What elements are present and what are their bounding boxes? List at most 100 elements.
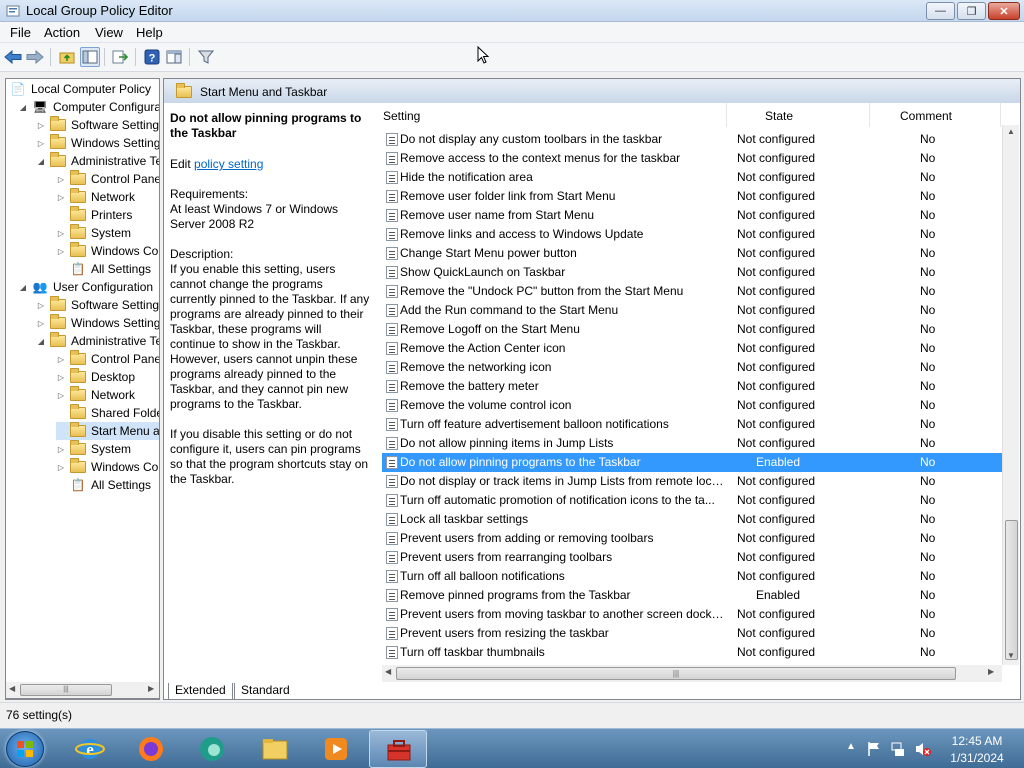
tree-scroll-thumb[interactable]: ||| bbox=[20, 684, 112, 696]
column-header-setting[interactable]: Setting bbox=[383, 106, 420, 126]
tree-item[interactable]: ◢ Administrative Te bbox=[36, 152, 159, 170]
table-row[interactable]: Show QuickLaunch on Taskbar Not configure… bbox=[382, 263, 1002, 282]
up-one-level-button[interactable] bbox=[57, 47, 77, 67]
network-icon[interactable] bbox=[890, 741, 906, 757]
table-row[interactable]: Remove links and access to Windows Updat… bbox=[382, 225, 1002, 244]
tree-item[interactable]: ▷ Windows Cor bbox=[56, 242, 159, 260]
table-row[interactable]: Remove user folder link from Start Menu N… bbox=[382, 187, 1002, 206]
expanded-arrow-icon[interactable]: ◢ bbox=[36, 156, 46, 166]
tree-item[interactable]: ▷ Network bbox=[56, 386, 135, 404]
table-row[interactable]: Remove user name from Start Menu Not conf… bbox=[382, 206, 1002, 225]
filter-button[interactable] bbox=[196, 47, 216, 67]
tree-item[interactable]: ◢ 🖥 Computer Configura bbox=[18, 98, 159, 116]
tree-item[interactable]: ▷ System bbox=[56, 224, 131, 242]
table-row[interactable]: Turn off feature advertisement balloon n… bbox=[382, 415, 1002, 434]
show-hidden-icons-chevron-icon[interactable]: ▲ bbox=[846, 741, 856, 752]
collapsed-arrow-icon[interactable]: ▷ bbox=[56, 192, 66, 202]
menu-help[interactable]: Help bbox=[136, 25, 163, 40]
export-list-button[interactable] bbox=[110, 47, 130, 67]
taskbar-firefox[interactable] bbox=[122, 730, 180, 768]
table-row[interactable]: Turn off all balloon notifications Not co… bbox=[382, 567, 1002, 586]
expanded-arrow-icon[interactable]: ◢ bbox=[36, 336, 46, 346]
tree-item[interactable]: ▷ System bbox=[56, 440, 131, 458]
table-row[interactable]: Prevent users from moving taskbar to ano… bbox=[382, 605, 1002, 624]
list-vertical-scrollbar[interactable]: ▲ ▼ bbox=[1002, 125, 1019, 665]
expanded-arrow-icon[interactable]: ◢ bbox=[18, 282, 28, 292]
collapsed-arrow-icon[interactable]: ▷ bbox=[56, 462, 66, 472]
table-row[interactable]: Remove the battery meter Not configured No bbox=[382, 377, 1002, 396]
table-row[interactable]: Do not display any custom toolbars in th… bbox=[382, 130, 1002, 149]
scroll-left-icon[interactable]: ◀ bbox=[385, 667, 391, 676]
tab-standard[interactable]: Standard bbox=[234, 683, 296, 700]
forward-button[interactable] bbox=[25, 47, 45, 67]
list-scroll-thumb[interactable] bbox=[1005, 520, 1018, 660]
taskbar-internet-explorer[interactable]: e bbox=[61, 730, 119, 768]
maximize-button[interactable]: ❐ bbox=[957, 2, 986, 20]
table-row[interactable]: Remove the "Undock PC" button from the S… bbox=[382, 282, 1002, 301]
show-hide-tree-button[interactable] bbox=[80, 47, 100, 67]
tree-item[interactable]: ▷ Network bbox=[56, 188, 135, 206]
list-horizontal-scrollbar[interactable]: ◀ ||| ▶ bbox=[382, 665, 1002, 682]
table-row[interactable]: Turn off taskbar thumbnails Not configure… bbox=[382, 643, 1002, 662]
column-header-comment[interactable]: Comment bbox=[900, 106, 952, 126]
menu-file[interactable]: File bbox=[10, 25, 31, 40]
collapsed-arrow-icon[interactable]: ▷ bbox=[56, 228, 66, 238]
table-row[interactable]: Prevent users from adding or removing to… bbox=[382, 529, 1002, 548]
tree-item[interactable]: ▷ Windows Setting bbox=[36, 134, 159, 152]
collapsed-arrow-icon[interactable]: ▷ bbox=[56, 372, 66, 382]
tree-item[interactable]: ◢📄Local Computer Policy bbox=[10, 80, 152, 98]
table-row[interactable]: Prevent users from rearranging toolbars N… bbox=[382, 548, 1002, 567]
title-bar[interactable]: Local Group Policy Editor — ❐ ✕ bbox=[0, 0, 1024, 22]
tree-item[interactable]: ▷ Software Settings bbox=[36, 116, 159, 134]
collapsed-arrow-icon[interactable]: ▷ bbox=[36, 138, 46, 148]
table-row[interactable]: Lock all taskbar settings Not configured N… bbox=[382, 510, 1002, 529]
tree-item[interactable]: 📋 All Settings bbox=[56, 260, 152, 278]
expanded-arrow-icon[interactable]: ◢ bbox=[18, 102, 28, 112]
tree-item[interactable]: ◢ Administrative Te bbox=[36, 332, 159, 350]
help-button[interactable]: ? bbox=[142, 47, 162, 67]
table-row[interactable]: Remove pinned programs from the Taskbar E… bbox=[382, 586, 1002, 605]
tree-item[interactable]: Shared Folder bbox=[56, 404, 159, 422]
table-row[interactable]: Add the Run command to the Start Menu Not… bbox=[382, 301, 1002, 320]
tree-item[interactable]: ▷ Desktop bbox=[56, 368, 135, 386]
column-header-state[interactable]: State bbox=[765, 106, 793, 126]
column-divider[interactable] bbox=[869, 103, 870, 127]
minimize-button[interactable]: — bbox=[926, 2, 955, 20]
table-row[interactable]: Turn off automatic promotion of notifica… bbox=[382, 491, 1002, 510]
table-row[interactable]: Remove the Action Center icon Not configu… bbox=[382, 339, 1002, 358]
table-row[interactable]: Remove the networking icon Not configured… bbox=[382, 358, 1002, 377]
table-row[interactable]: Remove access to the context menus for t… bbox=[382, 149, 1002, 168]
volume-muted-icon[interactable] bbox=[914, 741, 932, 757]
tab-extended[interactable]: Extended bbox=[168, 683, 233, 700]
taskbar-group-policy-editor[interactable] bbox=[369, 730, 427, 768]
taskbar-edge[interactable] bbox=[183, 730, 241, 768]
table-row[interactable]: Hide the notification area Not configured… bbox=[382, 168, 1002, 187]
menu-view[interactable]: View bbox=[95, 25, 123, 40]
collapsed-arrow-icon[interactable]: ▷ bbox=[56, 246, 66, 256]
tree-item[interactable]: 📋 All Settings bbox=[56, 476, 152, 494]
scroll-left-icon[interactable]: ◀ bbox=[9, 684, 15, 693]
tree-item[interactable]: Printers bbox=[56, 206, 132, 224]
collapsed-arrow-icon[interactable]: ▷ bbox=[56, 354, 66, 364]
table-row[interactable]: Change Start Menu power button Not config… bbox=[382, 244, 1002, 263]
collapsed-arrow-icon[interactable]: ▷ bbox=[36, 300, 46, 310]
scroll-right-icon[interactable]: ▶ bbox=[148, 684, 154, 693]
collapsed-arrow-icon[interactable]: ▷ bbox=[56, 174, 66, 184]
tree-horizontal-scrollbar[interactable]: ◀ ||| ▶ bbox=[5, 682, 160, 699]
tree-item[interactable]: ▷ Windows Cor bbox=[56, 458, 159, 476]
table-row[interactable]: Prevent users from resizing the taskbar N… bbox=[382, 624, 1002, 643]
menu-action[interactable]: Action bbox=[44, 25, 80, 40]
tree-item[interactable]: Start Menu ar bbox=[56, 422, 159, 440]
table-row[interactable]: Remove the volume control icon Not config… bbox=[382, 396, 1002, 415]
clock[interactable]: 12:45 AM 1/31/2024 bbox=[942, 733, 1012, 767]
table-row[interactable]: Do not allow pinning programs to the Tas… bbox=[382, 453, 1002, 472]
collapsed-arrow-icon[interactable]: ▷ bbox=[36, 318, 46, 328]
tree-item[interactable]: ◢ 👥 User Configuration bbox=[18, 278, 153, 296]
edit-policy-setting-link[interactable]: policy setting bbox=[194, 157, 263, 171]
table-row[interactable]: Do not allow pinning items in Jump Lists… bbox=[382, 434, 1002, 453]
column-divider[interactable] bbox=[1000, 103, 1001, 127]
start-button[interactable] bbox=[6, 731, 44, 767]
tree-item[interactable]: ▷ Windows Setting bbox=[36, 314, 159, 332]
taskbar-file-explorer[interactable] bbox=[246, 730, 304, 768]
close-button[interactable]: ✕ bbox=[988, 2, 1020, 20]
